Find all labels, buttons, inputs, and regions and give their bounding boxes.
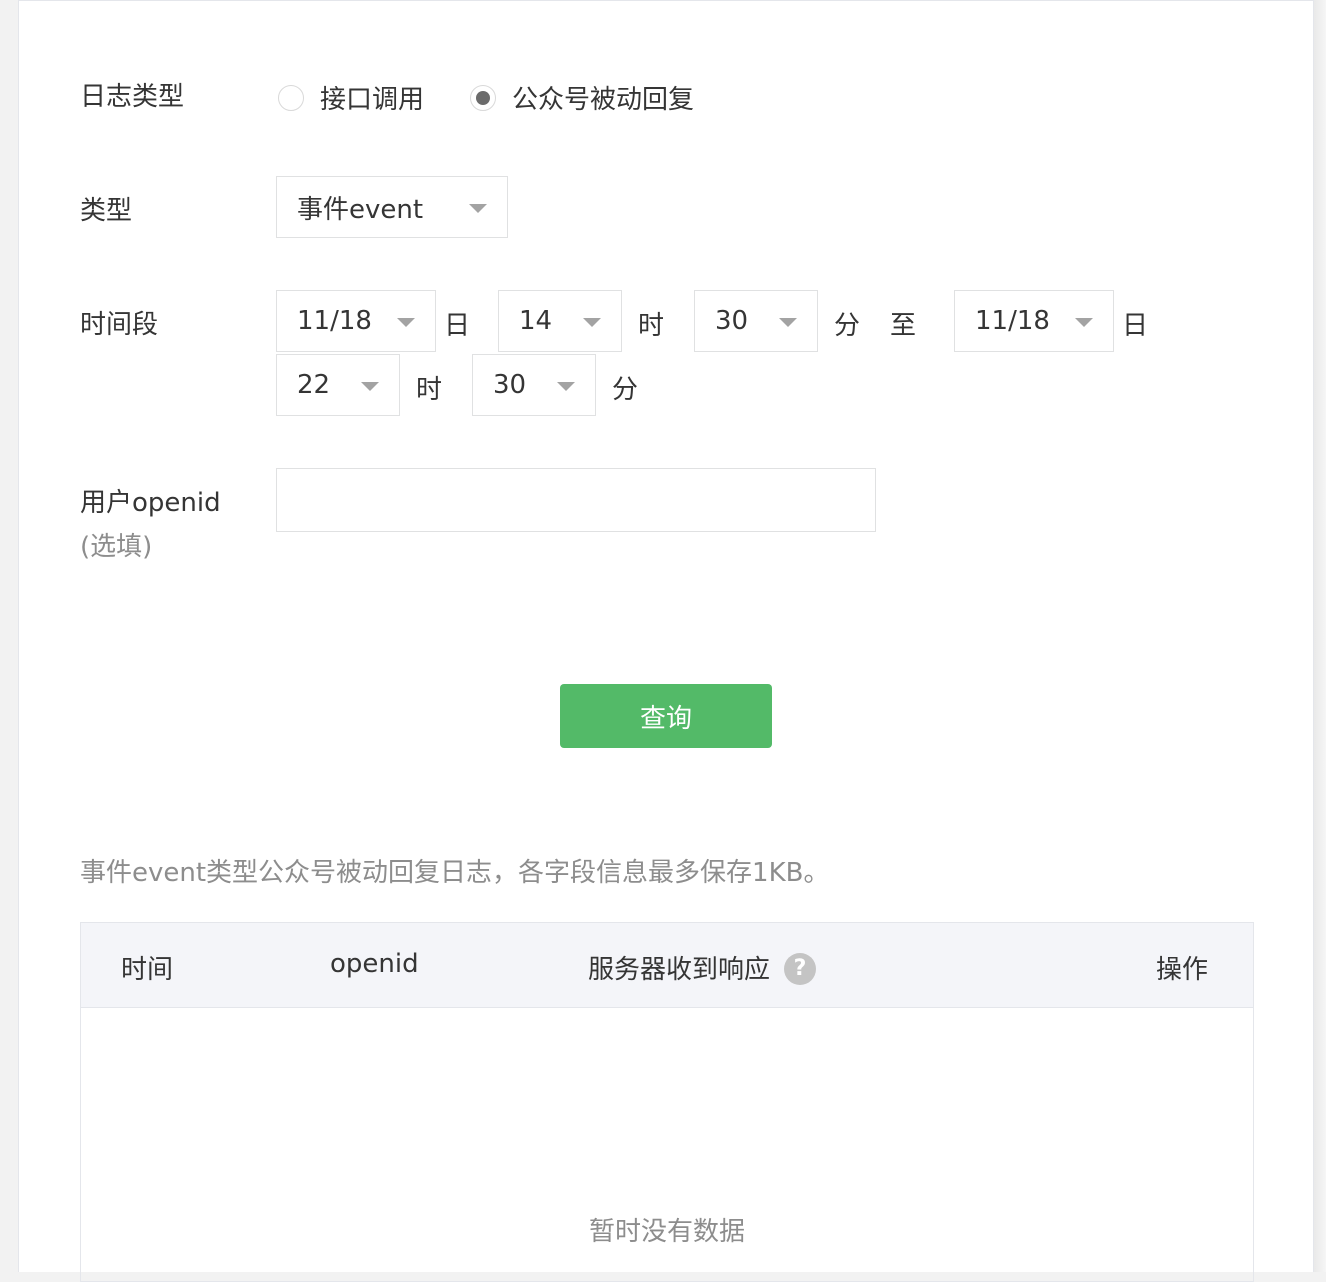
unit-minute-end: 分: [612, 375, 639, 405]
unit-hour: 时: [638, 311, 665, 341]
end-date-select[interactable]: 11/18: [954, 290, 1114, 352]
column-server-response: 服务器收到响应?: [588, 949, 817, 987]
to-label: 至: [890, 311, 917, 341]
end-date-value: 11/18: [975, 306, 1050, 336]
end-minute-value: 30: [493, 370, 527, 400]
type-select[interactable]: 事件event: [276, 176, 508, 238]
end-minute-select[interactable]: 30: [472, 354, 596, 416]
unit-hour-end: 时: [416, 375, 443, 405]
start-hour-select[interactable]: 14: [498, 290, 622, 352]
column-server-response-label: 服务器收到响应: [588, 955, 771, 985]
openid-input[interactable]: [276, 468, 876, 532]
column-actions: 操作: [1156, 955, 1209, 985]
end-hour-select[interactable]: 22: [276, 354, 400, 416]
radio-passive-reply-label: 公众号被动回复: [512, 85, 695, 115]
chevron-down-icon: [361, 382, 379, 391]
radio-api-call-label: 接口调用: [320, 85, 425, 115]
chevron-down-icon: [1075, 318, 1093, 327]
start-date-value: 11/18: [297, 306, 372, 336]
unit-day-end: 日: [1122, 311, 1149, 341]
table-header: 时间 openid 服务器收到响应? 操作: [81, 923, 1253, 1008]
chevron-down-icon: [469, 204, 487, 213]
log-type-label: 日志类型: [80, 82, 185, 112]
chevron-down-icon: [397, 318, 415, 327]
result-tip: 事件event类型公众号被动回复日志，各字段信息最多保存1KB。: [80, 858, 830, 888]
page-gutter: [1314, 0, 1326, 1272]
end-hour-value: 22: [297, 370, 331, 400]
result-table: 时间 openid 服务器收到响应? 操作 暂时没有数据: [80, 922, 1254, 1282]
start-date-select[interactable]: 11/18: [276, 290, 436, 352]
radio-api-call[interactable]: 接口调用: [278, 79, 424, 116]
openid-optional-hint: (选填): [80, 532, 153, 562]
chevron-down-icon: [583, 318, 601, 327]
radio-circle[interactable]: [278, 84, 304, 111]
start-hour-value: 14: [519, 306, 553, 336]
question-circle-icon[interactable]: ?: [784, 952, 817, 985]
query-button[interactable]: 查询: [560, 684, 772, 748]
type-select-value: 事件event: [297, 194, 424, 225]
unit-minute: 分: [834, 311, 861, 341]
chevron-down-icon: [779, 318, 797, 327]
column-time: 时间: [121, 955, 174, 985]
start-minute-select[interactable]: 30: [694, 290, 818, 352]
empty-state-text: 暂时没有数据: [588, 1217, 745, 1247]
radio-circle-selected[interactable]: [470, 84, 496, 111]
unit-day: 日: [444, 311, 471, 341]
column-openid: openid: [330, 949, 419, 979]
openid-label: 用户openid: [80, 488, 221, 518]
period-label: 时间段: [80, 310, 159, 340]
type-label: 类型: [80, 196, 133, 226]
start-minute-value: 30: [715, 306, 749, 336]
chevron-down-icon: [557, 382, 575, 391]
radio-passive-reply[interactable]: 公众号被动回复: [470, 79, 694, 116]
